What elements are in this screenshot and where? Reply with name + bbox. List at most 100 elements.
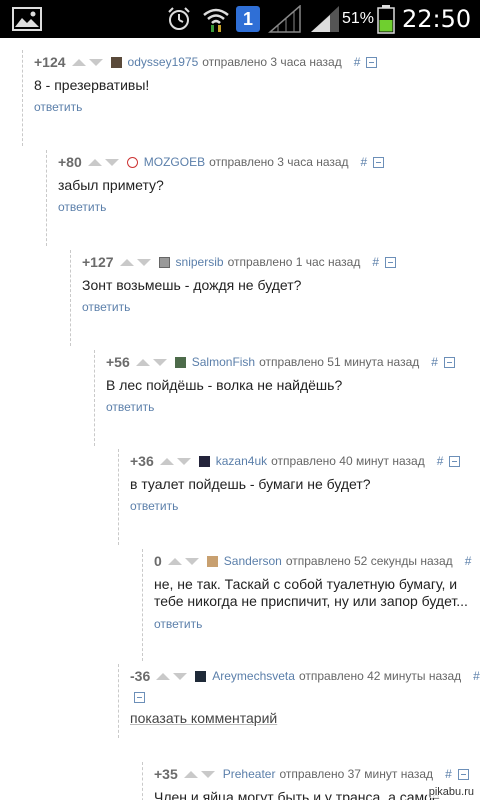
comment-header: +80 MOZGOEB отправлено 3 часа назад # [58,150,385,174]
downvote-icon[interactable] [184,557,199,565]
author-link[interactable]: odyssey1975 [128,55,199,69]
thread-line [142,549,143,661]
show-comment-link[interactable]: показать комментарий [130,710,277,726]
comment-thread: +124 odyssey1975 отправлено 3 часа назад… [0,38,480,800]
comment-header: -36 Areymechsveta отправлено 42 минуты н… [130,664,480,688]
avatar[interactable] [174,356,186,368]
comment-text: Зонт возьмешь - дождя не будет? [82,277,302,293]
permalink[interactable]: # [431,355,438,369]
status-bar: 1 51% 22:50 [0,0,480,38]
collapse-icon[interactable] [373,156,385,168]
thread-line [94,350,95,446]
comment-score: +124 [34,54,66,70]
downvote-icon[interactable] [152,358,167,366]
upvote-icon[interactable] [156,672,171,680]
downvote-icon[interactable] [173,672,188,680]
permalink[interactable]: # [473,669,480,683]
comment-score: +36 [130,453,154,469]
author-link[interactable]: kazan4uk [216,454,267,468]
downvote-icon[interactable] [200,770,215,778]
comment-header: 0 Sanderson отправлено 52 секунды назад … [154,549,477,573]
comment: +56 SalmonFish отправлено 51 минута наза… [0,350,480,446]
reply-link[interactable]: ответить [82,300,130,314]
author-link[interactable]: Preheater [223,767,276,781]
avatar[interactable] [158,256,170,268]
collapse-icon[interactable] [443,356,455,368]
comment-text-line: тебе никогда не приспичит, ну или запор … [154,593,468,609]
permalink[interactable]: # [437,454,444,468]
comment-time: отправлено 51 минута назад [259,355,420,369]
upvote-icon[interactable] [159,457,174,465]
comment-time: отправлено 1 час назад [227,255,361,269]
downvote-icon[interactable] [176,457,191,465]
comment-time: отправлено 52 секунды назад [285,554,453,568]
battery-icon [377,0,395,38]
reply-link[interactable]: ответить [34,100,82,114]
collapse-icon[interactable] [366,56,378,68]
reply-link[interactable]: ответить [154,617,202,631]
reply-link[interactable]: ответить [58,200,106,214]
downvote-icon[interactable] [88,58,103,66]
upvote-icon[interactable] [183,770,198,778]
collapse-icon[interactable] [385,256,397,268]
comment-text: забыл примету? [58,177,164,193]
downvote-icon[interactable] [136,258,151,266]
collapse-icon[interactable] [134,692,145,703]
wifi-icon [202,0,230,38]
comment-time: отправлено 37 минут назад [279,767,434,781]
permalink[interactable]: # [354,55,361,69]
comment-score: +80 [58,154,82,170]
thread-line [118,449,119,545]
comment-text: Член и яйца могут быть и у транса, а сам… [154,789,440,800]
signal-icon [310,0,340,38]
upvote-icon[interactable] [135,358,150,366]
alarm-icon [166,0,192,38]
comment-text: в туалет пойдешь - бумаги не будет? [130,476,371,492]
reply-link[interactable]: ответить [106,400,154,414]
avatar[interactable] [206,555,218,567]
thread-line [118,664,119,738]
comment-time: отправлено 40 минут назад [271,454,425,468]
downvote-icon[interactable] [104,158,119,166]
permalink[interactable]: # [465,554,472,568]
reply-link[interactable]: ответить [130,499,178,513]
sim-badge: 1 [236,0,260,38]
comment-time: отправлено 3 часа назад [202,55,342,69]
thread-line [70,250,71,346]
comment: +36 kazan4uk отправлено 40 минут назад #… [0,449,480,545]
comment-score: +127 [82,254,114,270]
permalink[interactable]: # [372,255,379,269]
comment: -36 Areymechsveta отправлено 42 минуты н… [0,664,480,738]
collapse-icon[interactable] [457,768,469,780]
comment-score: +56 [106,354,130,370]
clock-time: 22:50 [402,5,472,33]
comment-time: отправлено 42 минуты назад [298,669,462,683]
comment: 0 Sanderson отправлено 52 секунды назад … [0,549,480,661]
avatar[interactable] [126,156,138,168]
upvote-icon[interactable] [71,58,86,66]
clock: 22:50 [402,0,471,38]
comment-score: 0 [154,553,162,569]
comment-time: отправлено 3 часа назад [209,155,349,169]
avatar[interactable] [195,670,207,682]
comment: +80 MOZGOEB отправлено 3 часа назад # за… [0,150,480,246]
permalink[interactable]: # [445,767,452,781]
signal-empty-icon [268,0,302,38]
comment-text: В лес пойдёшь - волка не найдёшь? [106,377,343,393]
author-link[interactable]: SalmonFish [192,355,255,369]
author-link[interactable]: Sanderson [224,554,282,568]
upvote-icon[interactable] [167,557,182,565]
avatar[interactable] [198,455,210,467]
author-link[interactable]: Areymechsveta [212,669,295,683]
author-link[interactable]: MOZGOEB [144,155,205,169]
comment: +127 snipersib отправлено 1 час назад # … [0,250,480,346]
upvote-icon[interactable] [119,258,134,266]
thread-line [22,50,23,146]
author-link[interactable]: snipersib [176,255,224,269]
thread-line [46,150,47,246]
upvote-icon[interactable] [87,158,102,166]
permalink[interactable]: # [361,155,368,169]
comment-header: +36 kazan4uk отправлено 40 минут назад # [130,449,461,473]
collapse-icon[interactable] [449,455,461,467]
avatar[interactable] [110,56,122,68]
